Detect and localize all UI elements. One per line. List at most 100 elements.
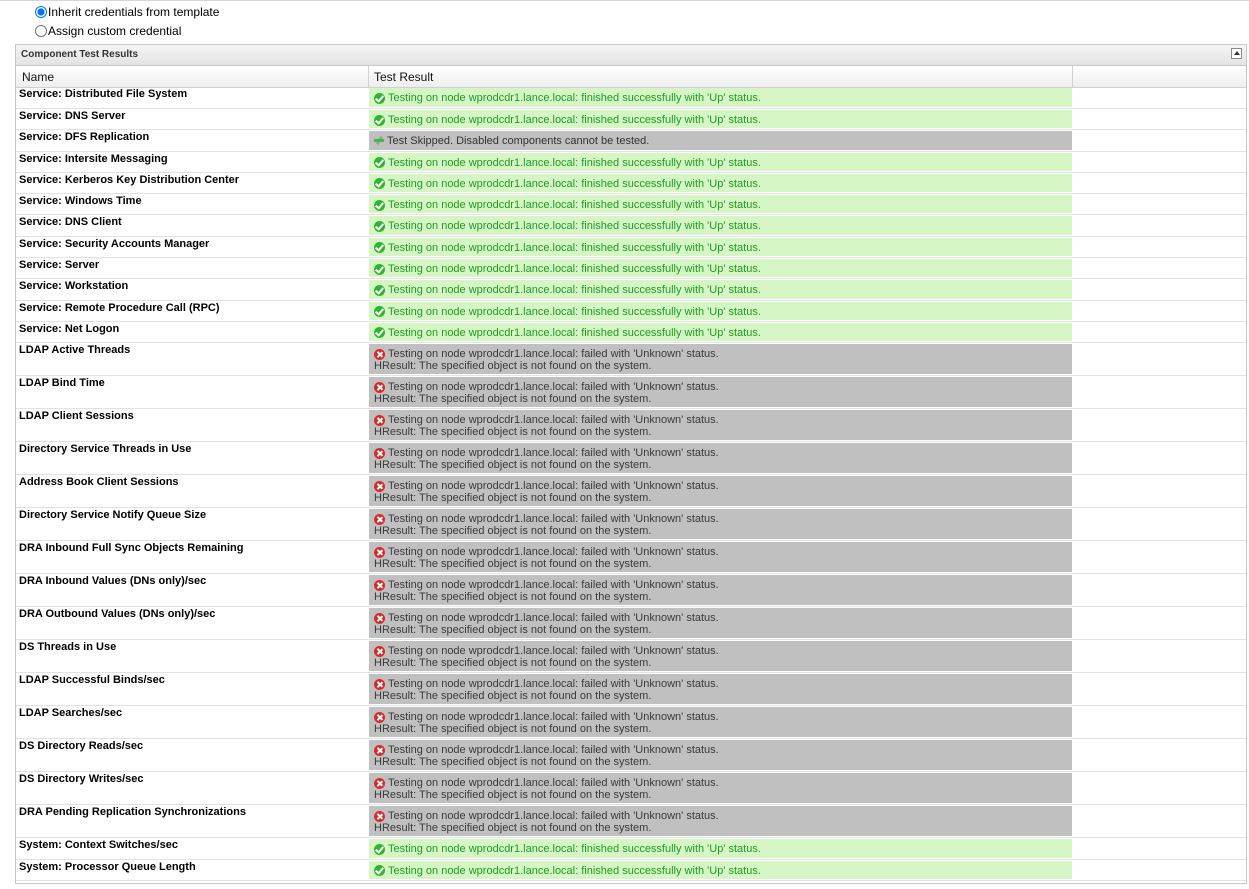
result-line: Testing on node wprodcdr1.lance.local: f… xyxy=(374,810,719,822)
result-detail: HResult: The specified object is not fou… xyxy=(374,393,652,406)
table-row[interactable]: DS Directory Reads/sec Testing on node wp… xyxy=(16,739,1246,773)
result-line: Testing on node wprodcdr1.lance.local: f… xyxy=(374,178,761,190)
test-result-text: Testing on node wprodcdr1.lance.local: f… xyxy=(388,447,719,460)
test-result-cell: Testing on node wprodcdr1.lance.local: f… xyxy=(369,322,1072,342)
component-name: Service: Net Logon xyxy=(19,322,120,335)
result-line: Testing on node wprodcdr1.lance.local: f… xyxy=(374,242,761,254)
table-row[interactable]: LDAP Bind Time Testing on node wprodcdr1.… xyxy=(16,376,1246,410)
custom-credential-option[interactable]: Assign custom credential xyxy=(35,22,181,40)
table-row[interactable]: LDAP Successful Binds/sec Testing on node… xyxy=(16,673,1246,707)
table-row[interactable]: Service: Remote Procedure Call (RPC) Test… xyxy=(16,301,1246,322)
test-result-cell: Testing on node wprodcdr1.lance.local: f… xyxy=(369,344,1072,375)
table-row[interactable]: Service: Intersite Messaging Testing on n… xyxy=(16,152,1246,173)
success-check-icon xyxy=(374,92,385,104)
test-result-text: Testing on node wprodcdr1.lance.local: f… xyxy=(388,843,761,856)
table-row[interactable]: Service: Distributed File System Testing … xyxy=(16,87,1246,109)
table-row[interactable]: Service: DFS Replication Test Skipped. Di… xyxy=(16,130,1246,152)
test-result-cell: Testing on node wprodcdr1.lance.local: f… xyxy=(369,259,1072,278)
table-row[interactable]: Service: Workstation Testing on node wpro… xyxy=(16,279,1246,301)
success-check-icon xyxy=(374,865,385,877)
test-result-cell: Testing on node wprodcdr1.lance.local: f… xyxy=(369,641,1072,672)
table-row[interactable]: DRA Inbound Full Sync Objects Remaining T… xyxy=(16,541,1246,575)
table-row[interactable]: LDAP Active Threads Testing on node wprod… xyxy=(16,343,1246,377)
result-line: Testing on node wprodcdr1.lance.local: f… xyxy=(374,843,761,855)
table-row[interactable]: Service: DNS Server Testing on node wprod… xyxy=(16,109,1246,131)
test-result-cell: Testing on node wprodcdr1.lance.local: f… xyxy=(369,443,1072,474)
success-check-icon xyxy=(374,220,385,232)
test-result-text: Testing on node wprodcdr1.lance.local: f… xyxy=(388,546,719,559)
column-header-name[interactable]: Name xyxy=(22,70,54,84)
test-result-text: Testing on node wprodcdr1.lance.local: f… xyxy=(388,678,719,691)
table-row[interactable]: Service: Net Logon Testing on node wprodc… xyxy=(16,322,1246,344)
custom-credential-radio[interactable] xyxy=(35,25,47,37)
table-row[interactable]: Directory Service Notify Queue Size Testi… xyxy=(16,508,1246,542)
result-detail: HResult: The specified object is not fou… xyxy=(374,492,652,505)
custom-credential-label: Assign custom credential xyxy=(48,24,182,38)
result-line: Testing on node wprodcdr1.lance.local: f… xyxy=(374,744,719,756)
component-name: LDAP Active Threads xyxy=(19,344,131,357)
table-row[interactable]: Service: DNS Client Testing on node wprod… xyxy=(16,215,1246,237)
table-row[interactable]: Service: Windows Time Testing on node wpr… xyxy=(16,194,1246,216)
component-name: Directory Service Threads in Use xyxy=(19,443,192,456)
table-row[interactable]: DS Threads in Use Testing on node wprodcd… xyxy=(16,640,1246,674)
inherit-credentials-label: Inherit credentials from template xyxy=(48,5,220,19)
inherit-credentials-radio[interactable] xyxy=(35,6,47,18)
success-check-icon xyxy=(374,327,385,339)
table-row[interactable]: Directory Service Threads in Use Testing … xyxy=(16,442,1246,476)
column-header-test-result[interactable]: Test Result xyxy=(374,70,433,84)
result-line: Testing on node wprodcdr1.lance.local: f… xyxy=(374,284,761,296)
result-line: Testing on node wprodcdr1.lance.local: f… xyxy=(374,114,761,126)
test-result-cell: Testing on node wprodcdr1.lance.local: f… xyxy=(369,377,1072,408)
success-check-icon xyxy=(374,199,385,211)
test-result-text: Testing on node wprodcdr1.lance.local: f… xyxy=(388,810,719,823)
component-name: DRA Outbound Values (DNs only)/sec xyxy=(19,608,216,621)
table-row[interactable]: DS Directory Writes/sec Testing on node w… xyxy=(16,772,1246,806)
table-row[interactable]: Address Book Client Sessions Testing on n… xyxy=(16,475,1246,509)
column-separator[interactable] xyxy=(368,66,369,87)
result-detail: HResult: The specified object is not fou… xyxy=(374,459,652,472)
test-result-text: Testing on node wprodcdr1.lance.local: f… xyxy=(388,284,761,297)
test-result-cell: Testing on node wprodcdr1.lance.local: f… xyxy=(369,216,1072,235)
component-name: System: Processor Queue Length xyxy=(19,860,196,873)
test-result-text: Testing on node wprodcdr1.lance.local: f… xyxy=(388,199,761,212)
test-result-text: Testing on node wprodcdr1.lance.local: f… xyxy=(388,263,761,276)
result-line: Testing on node wprodcdr1.lance.local: f… xyxy=(374,348,719,360)
table-row[interactable]: DRA Inbound Values (DNs only)/sec Testing… xyxy=(16,574,1246,608)
error-x-icon xyxy=(374,810,385,822)
result-detail: HResult: The specified object is not fou… xyxy=(374,723,652,736)
success-check-icon xyxy=(374,114,385,126)
table-row[interactable]: Service: Kerberos Key Distribution Cente… xyxy=(16,173,1246,195)
result-detail: HResult: The specified object is not fou… xyxy=(374,756,652,769)
result-detail: HResult: The specified object is not fou… xyxy=(374,426,652,439)
component-name: Service: Kerberos Key Distribution Cente… xyxy=(19,173,240,186)
component-name: Service: DFS Replication xyxy=(19,131,150,144)
error-x-icon xyxy=(374,579,385,591)
column-separator[interactable] xyxy=(1072,66,1073,87)
table-row[interactable]: LDAP Searches/sec Testing on node wprodcd… xyxy=(16,706,1246,740)
table-row[interactable]: DRA Outbound Values (DNs only)/sec Testin… xyxy=(16,607,1246,641)
table-row[interactable]: System: Context Switches/sec Testing on n… xyxy=(16,838,1246,860)
result-line: Testing on node wprodcdr1.lance.local: f… xyxy=(374,220,761,232)
result-detail: HResult: The specified object is not fou… xyxy=(374,822,652,835)
test-result-cell: Testing on node wprodcdr1.lance.local: f… xyxy=(369,152,1072,171)
error-x-icon xyxy=(374,678,385,690)
table-row[interactable]: System: Processor Queue Length Testing on… xyxy=(16,860,1246,881)
test-result-cell: Testing on node wprodcdr1.lance.local: f… xyxy=(369,476,1072,507)
table-row[interactable]: Service: Security Accounts Manager Testin… xyxy=(16,237,1246,259)
test-result-text: Testing on node wprodcdr1.lance.local: f… xyxy=(388,579,719,592)
collapse-icon[interactable] xyxy=(1231,48,1242,59)
inherit-credentials-option[interactable]: Inherit credentials from template xyxy=(35,3,219,21)
component-name: Service: Distributed File System xyxy=(19,88,188,100)
test-result-cell: Testing on node wprodcdr1.lance.local: f… xyxy=(369,410,1072,441)
test-result-text: Testing on node wprodcdr1.lance.local: f… xyxy=(388,777,719,790)
result-line: Testing on node wprodcdr1.lance.local: f… xyxy=(374,447,719,459)
result-line: Testing on node wprodcdr1.lance.local: f… xyxy=(374,579,719,591)
table-row[interactable]: DRA Pending Replication Synchronizations… xyxy=(16,805,1246,839)
success-check-icon xyxy=(374,306,385,318)
error-x-icon xyxy=(374,777,385,789)
table-row[interactable]: Service: Server Testing on node wprodcdr1… xyxy=(16,258,1246,280)
success-check-icon xyxy=(374,242,385,254)
table-row[interactable]: LDAP Client Sessions Testing on node wpro… xyxy=(16,409,1246,443)
result-line: Testing on node wprodcdr1.lance.local: f… xyxy=(374,157,761,169)
component-name: DRA Pending Replication Synchronizations xyxy=(19,806,246,819)
